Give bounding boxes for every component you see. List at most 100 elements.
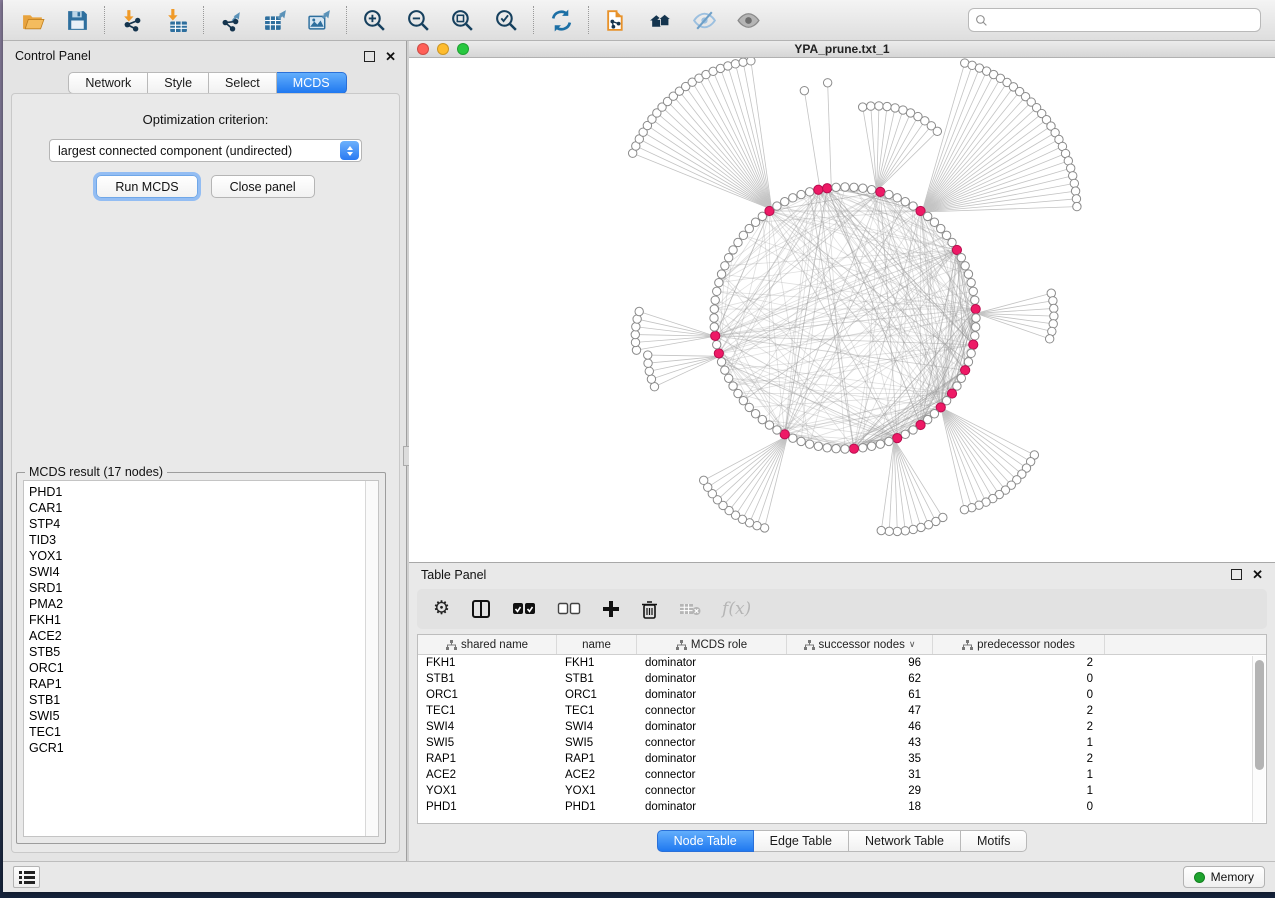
list-item[interactable]: SWI5	[29, 708, 365, 724]
table-row[interactable]: YOX1 YOX1 connector 29 1	[418, 783, 1266, 799]
float-panel-icon[interactable]	[1231, 569, 1242, 580]
table-row[interactable]: TEC1 TEC1 connector 47 2	[418, 703, 1266, 719]
duplicate-network-icon	[604, 8, 629, 33]
refresh-view-button[interactable]	[539, 3, 583, 37]
list-item[interactable]: STP4	[29, 516, 365, 532]
column-header-shared-name[interactable]: shared name	[418, 635, 557, 654]
float-panel-icon[interactable]	[364, 51, 375, 62]
close-window-icon[interactable]	[417, 43, 429, 55]
mcds-result-group: MCDS result (17 nodes) PHD1CAR1STP4TID3Y…	[16, 472, 386, 844]
first-neighbors-button[interactable]	[638, 3, 682, 37]
list-item[interactable]: RAP1	[29, 676, 365, 692]
import-table-button[interactable]	[154, 3, 198, 37]
network-graph[interactable]	[409, 58, 1275, 557]
close-panel-button[interactable]: Close panel	[211, 175, 315, 198]
list-item[interactable]: FKH1	[29, 612, 365, 628]
close-panel-icon[interactable]: ✕	[1252, 569, 1263, 580]
zoom-fit-button[interactable]	[440, 3, 484, 37]
table-settings-button[interactable]: ⚙	[433, 597, 450, 621]
show-all-button[interactable]	[726, 3, 770, 37]
table-row[interactable]: ORC1 ORC1 dominator 61 0	[418, 687, 1266, 703]
attribute-icon	[676, 640, 687, 650]
hide-selected-button[interactable]	[682, 3, 726, 37]
table-body: FKH1 FKH1 dominator 96 2 STB1 STB1	[418, 655, 1266, 823]
list-item[interactable]: ORC1	[29, 660, 365, 676]
table-row[interactable]: RAP1 RAP1 dominator 35 2	[418, 751, 1266, 767]
list-item[interactable]: YOX1	[29, 548, 365, 564]
list-item[interactable]: GCR1	[29, 740, 365, 756]
table-row[interactable]: SWI4 SWI4 dominator 46 2	[418, 719, 1266, 735]
trash-icon	[641, 600, 658, 619]
table-row[interactable]: PHD1 PHD1 dominator 18 0	[418, 799, 1266, 815]
export-image-icon	[307, 8, 332, 33]
zoom-selected-button[interactable]	[484, 3, 528, 37]
network-title: YPA_prune.txt_1	[409, 42, 1275, 56]
control-tab[interactable]: Style	[148, 72, 209, 94]
control-tab[interactable]: MCDS	[277, 72, 347, 94]
list-item[interactable]: TID3	[29, 532, 365, 548]
table-row[interactable]: STB1 STB1 dominator 62 0	[418, 671, 1266, 687]
delete-columns-button[interactable]	[641, 597, 658, 621]
search-box	[968, 8, 1261, 32]
search-input[interactable]	[993, 13, 1254, 27]
list-scrollbar[interactable]	[365, 481, 378, 836]
show-columns-button[interactable]	[471, 597, 491, 621]
column-header-successor-nodes[interactable]: successor nodes ∨	[787, 635, 933, 654]
table-tab[interactable]: Network Table	[849, 830, 961, 852]
maximize-window-icon[interactable]	[457, 43, 469, 55]
table-header: shared name name MCDS role successor nod…	[418, 635, 1266, 655]
zoom-out-icon	[406, 8, 431, 33]
app-window: Control Panel ✕ NetworkStyleSelectMCDS O…	[3, 0, 1275, 892]
control-tab[interactable]: Network	[68, 72, 148, 94]
export-image-button[interactable]	[297, 3, 341, 37]
list-item[interactable]: SWI4	[29, 564, 365, 580]
network-canvas[interactable]	[409, 58, 1275, 562]
criterion-select[interactable]: largest connected component (undirected)	[49, 139, 362, 162]
list-item[interactable]: STB1	[29, 692, 365, 708]
table-scrollbar[interactable]	[1252, 656, 1265, 822]
run-mcds-button[interactable]: Run MCDS	[96, 175, 197, 198]
export-network-button[interactable]	[209, 3, 253, 37]
list-item[interactable]: PHD1	[29, 484, 365, 500]
close-panel-icon[interactable]: ✕	[385, 51, 396, 62]
control-tab[interactable]: Select	[209, 72, 277, 94]
attribute-icon	[804, 640, 815, 650]
mcds-result-title: MCDS result (17 nodes)	[25, 465, 167, 479]
column-header-predecessor-nodes[interactable]: predecessor nodes	[933, 635, 1105, 654]
export-network-icon	[219, 8, 244, 33]
list-item[interactable]: CAR1	[29, 500, 365, 516]
list-item[interactable]: PMA2	[29, 596, 365, 612]
toolbar-separator	[346, 6, 347, 34]
table-row[interactable]: SWI5 SWI5 connector 43 1	[418, 735, 1266, 751]
duplicate-network-button[interactable]	[594, 3, 638, 37]
list-item[interactable]: TEC1	[29, 724, 365, 740]
table-tab[interactable]: Node Table	[657, 830, 754, 852]
scrollbar-thumb[interactable]	[1255, 660, 1264, 770]
show-log-button[interactable]	[13, 866, 40, 888]
table-tab[interactable]: Edge Table	[754, 830, 849, 852]
column-header-name[interactable]: name	[557, 635, 637, 654]
zoom-in-button[interactable]	[352, 3, 396, 37]
open-file-button[interactable]	[11, 3, 55, 37]
list-item[interactable]: ACE2	[29, 628, 365, 644]
zoom-out-button[interactable]	[396, 3, 440, 37]
select-all-button[interactable]	[512, 597, 536, 621]
save-session-button[interactable]	[55, 3, 99, 37]
network-title-bar: YPA_prune.txt_1	[409, 41, 1275, 58]
list-item[interactable]: STB5	[29, 644, 365, 660]
table-row[interactable]: FKH1 FKH1 dominator 96 2	[418, 655, 1266, 671]
create-column-button[interactable]	[602, 597, 620, 621]
deselect-all-button[interactable]	[557, 597, 581, 621]
import-network-button[interactable]	[110, 3, 154, 37]
open-folder-icon	[21, 8, 46, 33]
function-builder-button[interactable]: f(x)	[722, 597, 751, 621]
table-tab[interactable]: Motifs	[961, 830, 1027, 852]
minimize-window-icon[interactable]	[437, 43, 449, 55]
column-header-mcds-role[interactable]: MCDS role	[637, 635, 787, 654]
delete-table-button[interactable]	[679, 597, 701, 621]
export-table-button[interactable]	[253, 3, 297, 37]
list-item[interactable]: SRD1	[29, 580, 365, 596]
import-network-icon	[120, 8, 145, 33]
memory-button[interactable]: Memory	[1183, 866, 1265, 888]
table-row[interactable]: ACE2 ACE2 connector 31 1	[418, 767, 1266, 783]
